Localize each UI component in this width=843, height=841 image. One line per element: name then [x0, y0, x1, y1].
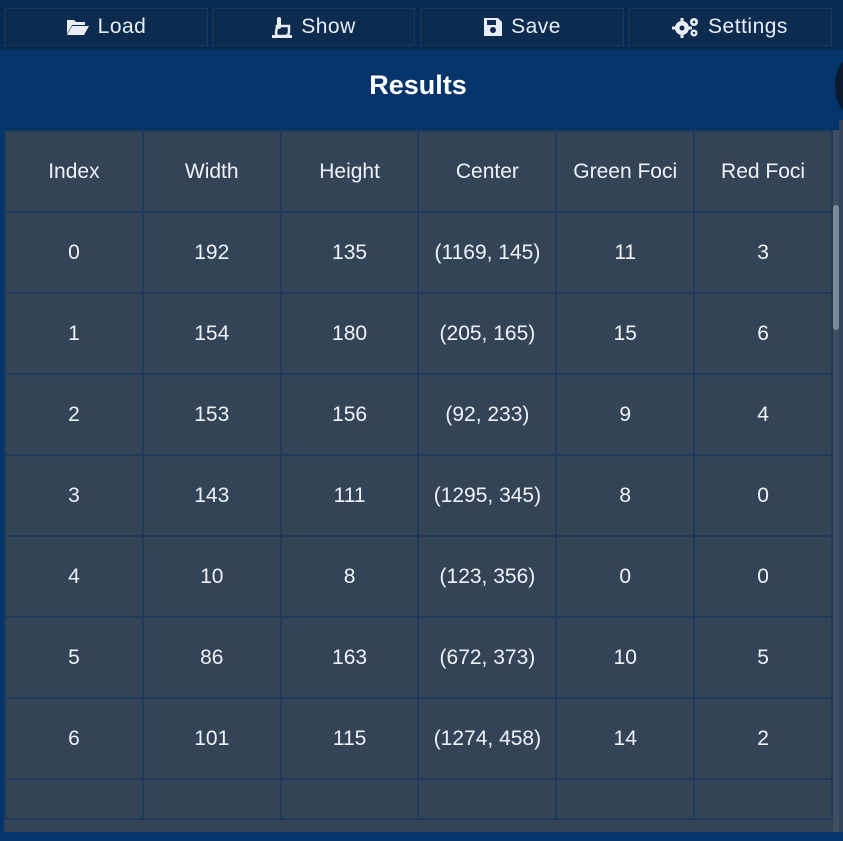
- cell-red-foci: 2: [693, 697, 833, 780]
- cell-green-foci: 8: [555, 454, 696, 537]
- show-button[interactable]: Show: [212, 8, 415, 46]
- cell-green-foci: 11: [555, 211, 696, 294]
- bottom-edge-strip: [0, 832, 843, 841]
- table-row[interactable]: 4 10 8 (123, 356) 0 0: [4, 535, 833, 618]
- cell-center: (1295, 345): [417, 454, 558, 537]
- cell-height: 156: [279, 373, 420, 456]
- side-panel-handle[interactable]: [835, 55, 843, 117]
- cell-red-foci: 5: [693, 616, 833, 699]
- cell-width: 86: [141, 616, 282, 699]
- cell-width: 192: [141, 211, 282, 294]
- column-header-green-foci[interactable]: Green Foci: [555, 130, 696, 213]
- cell-height: 135: [279, 211, 420, 294]
- cell-center: (1274, 458): [417, 697, 558, 780]
- right-edge-strip: [839, 120, 843, 841]
- cell-center: (205, 165): [417, 292, 558, 375]
- column-header-index[interactable]: Index: [4, 130, 144, 213]
- cell-empty: [141, 778, 282, 820]
- settings-button[interactable]: Settings: [628, 8, 832, 46]
- cell-height: 115: [279, 697, 420, 780]
- settings-button-label: Settings: [708, 15, 788, 38]
- table-row[interactable]: 2 153 156 (92, 233) 9 4: [4, 373, 833, 456]
- load-button[interactable]: Load: [4, 8, 208, 46]
- cell-height: 163: [279, 616, 420, 699]
- show-hand-icon: [271, 16, 293, 38]
- folder-open-icon: [66, 18, 90, 36]
- save-button-label: Save: [511, 15, 561, 38]
- cell-center: (1169, 145): [417, 211, 558, 294]
- cell-index: 2: [4, 373, 144, 456]
- table-row[interactable]: 5 86 163 (672, 373) 10 5: [4, 616, 833, 699]
- cell-width: 101: [141, 697, 282, 780]
- cell-index: 1: [4, 292, 144, 375]
- cell-green-foci: 14: [555, 697, 696, 780]
- cell-red-foci: 0: [693, 535, 833, 618]
- table-row[interactable]: 6 101 115 (1274, 458) 14 2: [4, 697, 833, 780]
- cell-red-foci: 3: [693, 211, 833, 294]
- cell-center: (123, 356): [417, 535, 558, 618]
- table-row[interactable]: 3 143 111 (1295, 345) 8 0: [4, 454, 833, 537]
- cell-index: 0: [4, 211, 144, 294]
- cell-width: 10: [141, 535, 282, 618]
- table-row-partial[interactable]: [4, 778, 833, 820]
- cell-empty: [555, 778, 696, 820]
- column-header-width[interactable]: Width: [141, 130, 282, 213]
- floppy-disk-icon: [483, 17, 503, 37]
- cell-red-foci: 6: [693, 292, 833, 375]
- cell-empty: [4, 778, 144, 820]
- toolbar: Load Show Save Settings: [0, 0, 843, 50]
- results-table-container: Index Width Height Center Green Foci Red…: [4, 130, 833, 832]
- save-button[interactable]: Save: [420, 8, 624, 46]
- cell-height: 111: [279, 454, 420, 537]
- cell-empty: [279, 778, 420, 820]
- load-button-label: Load: [97, 15, 147, 38]
- cell-empty: [693, 778, 833, 820]
- cell-green-foci: 0: [555, 535, 696, 618]
- cell-red-foci: 0: [693, 454, 833, 537]
- table-row[interactable]: 0 192 135 (1169, 145) 11 3: [4, 211, 833, 294]
- column-header-red-foci[interactable]: Red Foci: [693, 130, 833, 213]
- gears-icon: [672, 16, 700, 38]
- cell-height: 180: [279, 292, 420, 375]
- cell-index: 4: [4, 535, 144, 618]
- results-title: Results: [369, 70, 467, 100]
- cell-index: 6: [4, 697, 144, 780]
- cell-center: (672, 373): [417, 616, 558, 699]
- cell-height: 8: [279, 535, 420, 618]
- cell-empty: [417, 778, 558, 820]
- cell-red-foci: 4: [693, 373, 833, 456]
- table-header-row: Index Width Height Center Green Foci Red…: [4, 130, 833, 213]
- cell-index: 5: [4, 616, 144, 699]
- cell-width: 153: [141, 373, 282, 456]
- cell-width: 154: [141, 292, 282, 375]
- show-button-label: Show: [301, 15, 356, 38]
- table-row[interactable]: 1 154 180 (205, 165) 15 6: [4, 292, 833, 375]
- cell-green-foci: 15: [555, 292, 696, 375]
- column-header-center[interactable]: Center: [417, 130, 558, 213]
- results-table: Index Width Height Center Green Foci Red…: [4, 130, 833, 820]
- cell-center: (92, 233): [417, 373, 558, 456]
- column-header-height[interactable]: Height: [279, 130, 420, 213]
- cell-index: 3: [4, 454, 144, 537]
- cell-green-foci: 10: [555, 616, 696, 699]
- cell-green-foci: 9: [555, 373, 696, 456]
- cell-width: 143: [141, 454, 282, 537]
